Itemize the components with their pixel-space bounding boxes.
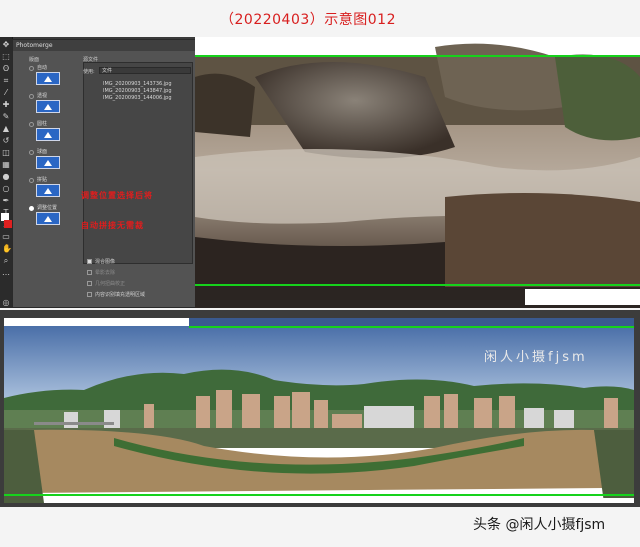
bottom-guide-line bbox=[4, 494, 634, 496]
layout-reposition-icon bbox=[36, 212, 60, 225]
layout-spherical-icon bbox=[36, 156, 60, 169]
top-guide-line bbox=[195, 55, 640, 57]
panorama-panel: 闲人小摄fjsm bbox=[0, 310, 640, 507]
file-list-item[interactable]: IMG_20200903_143847.jpg bbox=[103, 88, 172, 94]
eyedropper-tool-icon[interactable]: ⁄ bbox=[2, 89, 10, 97]
layout-cylindrical-icon bbox=[36, 128, 60, 141]
canvas-area bbox=[195, 37, 640, 308]
crop-tool-icon[interactable]: ⌗ bbox=[2, 77, 10, 85]
history-brush-icon[interactable]: ↺ bbox=[2, 137, 10, 145]
layout-option-spherical[interactable]: 球面 bbox=[29, 148, 71, 172]
source-credit: 头条 @闲人小摄fjsm bbox=[473, 517, 606, 533]
shape-tool-icon[interactable]: ▭ bbox=[2, 233, 10, 241]
layout-option-label: 球面 bbox=[37, 149, 48, 155]
checkbox-label: 内容识别填充透明区域 bbox=[95, 292, 146, 298]
photomerge-dialog: Photomerge 版面 自动 透视 圆柱 球面 拼贴 调整位置 源文件 使用… bbox=[12, 39, 196, 308]
layout-option-label: 拼贴 bbox=[37, 177, 48, 183]
radio-button[interactable] bbox=[29, 94, 34, 99]
more-tools-icon[interactable]: … bbox=[2, 269, 10, 277]
layout-option-label: 调整位置 bbox=[37, 205, 58, 211]
checkbox-label: 几何扭曲校正 bbox=[95, 281, 126, 287]
radio-button[interactable] bbox=[29, 150, 34, 155]
layout-option-label: 圆柱 bbox=[37, 121, 48, 127]
content-aware-fill-checkbox[interactable]: 内容识别填充透明区域 bbox=[87, 291, 145, 298]
radio-button[interactable] bbox=[29, 122, 34, 127]
annotation-note: 自动拼接无需裁 bbox=[81, 221, 144, 230]
eraser-tool-icon[interactable]: ◫ bbox=[2, 149, 10, 157]
layout-option-label: 自动 bbox=[37, 65, 48, 71]
hand-tool-icon[interactable]: ✋ bbox=[2, 245, 12, 253]
stamp-tool-icon[interactable]: ▲ bbox=[2, 125, 10, 133]
layout-option-perspective[interactable]: 透视 bbox=[29, 92, 71, 116]
radio-button[interactable] bbox=[29, 66, 34, 71]
geometric-distortion-checkbox[interactable]: 几何扭曲校正 bbox=[87, 280, 125, 287]
marquee-tool-icon[interactable]: ⬚ bbox=[2, 53, 10, 61]
checkbox-label: 晕影去除 bbox=[95, 270, 116, 276]
layout-option-collage[interactable]: 拼贴 bbox=[29, 176, 71, 200]
brush-tool-icon[interactable]: ✎ bbox=[2, 113, 10, 121]
layout-section-label: 版面 bbox=[29, 57, 40, 63]
file-list-item[interactable]: IMG_20200903_143736.jpg bbox=[103, 81, 172, 87]
healing-tool-icon[interactable]: ✚ bbox=[2, 101, 10, 109]
top-guide-line bbox=[189, 326, 634, 328]
dialog-title: Photomerge bbox=[13, 40, 195, 51]
layout-options: 自动 透视 圆柱 球面 拼贴 调整位置 bbox=[29, 64, 71, 232]
layout-perspective-icon bbox=[36, 100, 60, 113]
panorama-photo: 闲人小摄fjsm bbox=[4, 318, 634, 503]
move-tool-icon[interactable]: ✥ bbox=[2, 41, 10, 49]
layout-auto-icon bbox=[36, 72, 60, 85]
layout-option-cylindrical[interactable]: 圆柱 bbox=[29, 120, 71, 144]
radio-button-selected[interactable] bbox=[29, 206, 34, 211]
checkbox-box[interactable] bbox=[87, 281, 92, 286]
blend-images-checkbox[interactable]: 混合图像 bbox=[87, 258, 115, 265]
dodge-tool-icon[interactable]: ○ bbox=[2, 185, 10, 193]
vignette-removal-checkbox[interactable]: 晕影去除 bbox=[87, 269, 115, 276]
checkbox-box[interactable] bbox=[87, 292, 92, 297]
layout-option-label: 透视 bbox=[37, 93, 48, 99]
checkbox-label: 混合图像 bbox=[95, 259, 116, 265]
checkbox-box[interactable] bbox=[87, 259, 92, 264]
zoom-tool-icon[interactable]: ⌕ bbox=[2, 257, 10, 265]
background-color-swatch[interactable] bbox=[4, 220, 12, 228]
use-label: 使用: bbox=[83, 69, 95, 75]
bottom-guide-line bbox=[195, 284, 640, 286]
pen-tool-icon[interactable]: ✒ bbox=[2, 197, 10, 205]
radio-button[interactable] bbox=[29, 178, 34, 183]
checkbox-box[interactable] bbox=[87, 270, 92, 275]
layout-collage-icon bbox=[36, 184, 60, 197]
gradient-tool-icon[interactable]: ▦ bbox=[2, 161, 10, 169]
layout-option-reposition[interactable]: 调整位置 bbox=[29, 204, 71, 228]
blur-tool-icon[interactable]: ● bbox=[2, 173, 10, 181]
caption-title: （20220403）示意图012 bbox=[220, 12, 396, 28]
layout-option-auto[interactable]: 自动 bbox=[29, 64, 71, 88]
stream-photo bbox=[195, 37, 640, 308]
quick-mask-icon[interactable]: ◎ bbox=[2, 299, 10, 307]
lasso-tool-icon[interactable]: ʘ bbox=[2, 65, 10, 73]
use-dropdown[interactable]: 文件 bbox=[99, 67, 191, 74]
panorama-watermark: 闲人小摄fjsm bbox=[484, 350, 588, 365]
annotation-note: 调整位置选择后将 bbox=[81, 191, 153, 200]
file-list-item[interactable]: IMG_20200903_144006.jpg bbox=[103, 95, 172, 101]
photoshop-window: ✥ ⬚ ʘ ⌗ ⁄ ✚ ✎ ▲ ↺ ◫ ▦ ● ○ ✒ T ➤ ▭ ✋ ⌕ … … bbox=[0, 37, 640, 319]
